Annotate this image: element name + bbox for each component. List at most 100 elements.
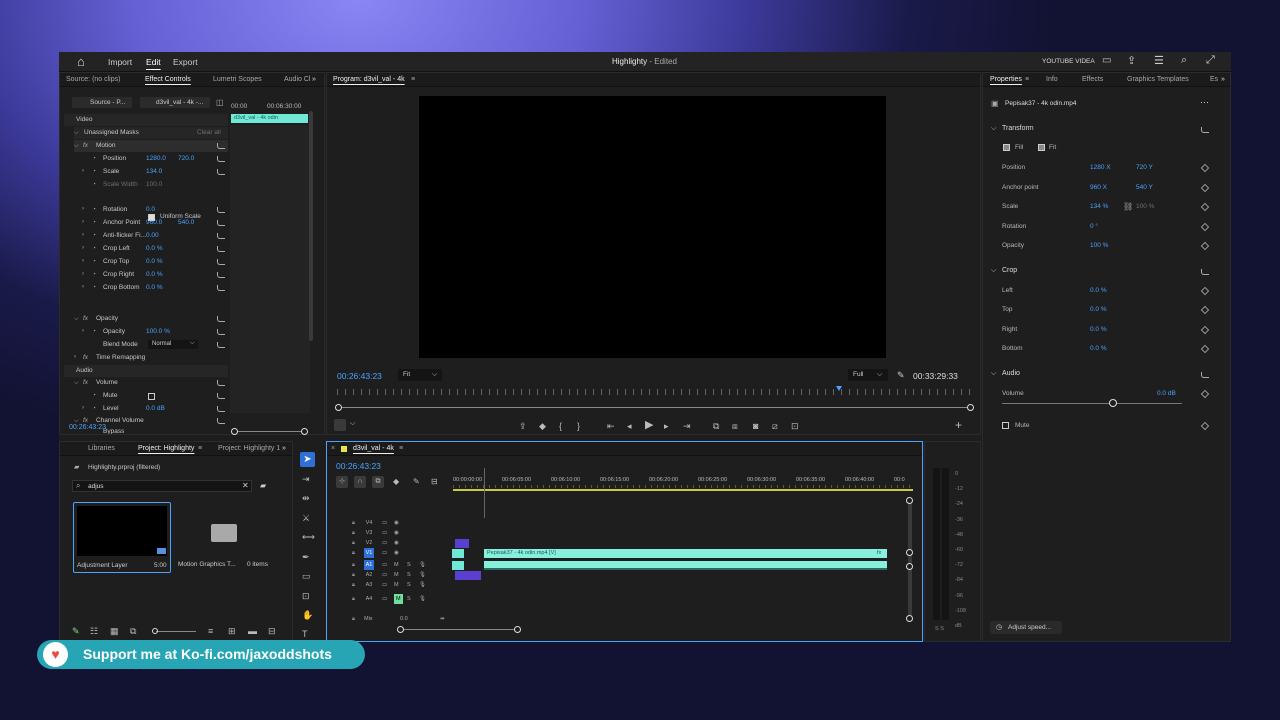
- vscroll-handle-bottom[interactable]: [906, 615, 913, 622]
- reset-icon[interactable]: [217, 220, 225, 226]
- tab-menu-icon[interactable]: ≡: [1025, 76, 1029, 83]
- mute-button[interactable]: M: [394, 594, 403, 604]
- automate-icon[interactable]: ⊞: [228, 626, 236, 636]
- property-value[interactable]: 0.0 %: [146, 243, 163, 255]
- volume-slider-track[interactable]: [1002, 403, 1182, 404]
- workspace-label[interactable]: YOUTUBE VIDEA: [1042, 58, 1095, 65]
- track-label[interactable]: A3: [364, 580, 374, 590]
- playhead-marker[interactable]: [836, 386, 842, 391]
- volume-value[interactable]: 0.0 dB: [1157, 390, 1176, 397]
- v1-small-clip[interactable]: [452, 549, 464, 558]
- chevron-right-icon[interactable]: ›: [82, 284, 84, 290]
- project-search-value[interactable]: adjus: [88, 483, 104, 490]
- chevron-down-icon[interactable]: ⌵: [432, 371, 437, 379]
- chevron-down-icon[interactable]: ⌵: [74, 316, 79, 323]
- keyframe-icon[interactable]: [1200, 389, 1210, 399]
- hand-icon[interactable]: ✋: [302, 610, 313, 620]
- chevron-down-icon[interactable]: ⌵: [74, 380, 79, 387]
- reset-icon[interactable]: [217, 169, 225, 175]
- property-value[interactable]: 0.00: [146, 230, 159, 242]
- thumbnail-size-slider[interactable]: [156, 631, 196, 632]
- property-value[interactable]: 0.0 %: [146, 256, 163, 268]
- panel-overflow-icon[interactable]: »: [1221, 76, 1225, 83]
- ec-zoom-bar[interactable]: [234, 431, 306, 432]
- track-label[interactable]: A1: [364, 560, 374, 570]
- play-icon[interactable]: ▶: [645, 420, 653, 431]
- chevron-right-icon[interactable]: ›: [74, 354, 76, 360]
- mic-icon[interactable]: 🎙︎: [419, 560, 426, 570]
- mic-icon[interactable]: 🎙︎: [419, 580, 426, 590]
- crop-value[interactable]: 0.0 %: [1090, 345, 1107, 352]
- transform-value-1[interactable]: 134 %: [1090, 203, 1108, 210]
- freeform-view-icon[interactable]: ⧉: [130, 626, 136, 636]
- timeline-timecode[interactable]: 00:26:43:23: [336, 461, 381, 471]
- keyframe-icon[interactable]: [1200, 202, 1210, 212]
- chevron-right-icon[interactable]: ›: [82, 206, 84, 212]
- ec-timecode[interactable]: 00:26:43:23: [69, 424, 106, 431]
- vscroll-handle-mid[interactable]: [906, 549, 913, 556]
- source-button[interactable]: Source - P...: [72, 97, 132, 108]
- new-item-icon[interactable]: ⊟: [268, 626, 276, 636]
- lock-icon[interactable]: 🔒︎: [352, 518, 355, 528]
- type-icon[interactable]: T: [302, 629, 308, 639]
- track-label[interactable]: V1: [364, 548, 374, 558]
- crop-value[interactable]: 0.0 %: [1090, 306, 1107, 313]
- property-value[interactable]: 0.0 %: [146, 282, 163, 294]
- chevron-down-icon[interactable]: ⌵: [991, 125, 996, 133]
- mark-in-icon[interactable]: {: [559, 421, 562, 431]
- workspace-menu-icon[interactable]: ▭: [1102, 55, 1111, 66]
- chevron-right-icon[interactable]: ›: [82, 245, 84, 251]
- v2-clip[interactable]: [455, 539, 469, 548]
- timeline-scroll-left[interactable]: [397, 626, 404, 633]
- stopwatch-icon[interactable]: ◔: [92, 282, 96, 294]
- timeline-vscroll[interactable]: [908, 499, 912, 617]
- reset-icon[interactable]: [1201, 127, 1209, 133]
- sync-lock-icon[interactable]: ▭: [382, 538, 387, 548]
- keyframe-icon[interactable]: [1200, 421, 1210, 431]
- chevron-down-icon[interactable]: ⌵: [877, 371, 882, 379]
- transform-header[interactable]: Transform: [1002, 125, 1034, 132]
- mark-out-icon[interactable]: }: [577, 421, 580, 431]
- solo-button[interactable]: S: [407, 560, 411, 570]
- motion-graphics-item[interactable]: Motion Graphics T... 0 items: [178, 502, 278, 573]
- stopwatch-icon[interactable]: ◔: [92, 390, 96, 402]
- rectangle-icon[interactable]: ▭: [302, 571, 311, 581]
- property-value[interactable]: 100.0: [146, 179, 162, 191]
- camera-icon[interactable]: ◙: [753, 421, 758, 431]
- property-value-2[interactable]: 720.0: [178, 153, 194, 165]
- program-ruler[interactable]: [337, 389, 970, 395]
- time-remapping-header[interactable]: Time Remapping: [96, 352, 145, 364]
- solo-buttons[interactable]: S S: [935, 626, 944, 632]
- tab-effect-controls[interactable]: Effect Controls: [145, 76, 191, 83]
- chevron-right-icon[interactable]: ›: [82, 219, 84, 225]
- reset-icon[interactable]: [1201, 372, 1209, 378]
- stopwatch-icon[interactable]: ◔: [92, 204, 96, 216]
- track-select-icon[interactable]: ⇥: [302, 474, 310, 484]
- close-icon[interactable]: ×: [331, 445, 335, 452]
- transform-value-1[interactable]: 960 X: [1090, 184, 1107, 191]
- lock-icon[interactable]: 🔒︎: [352, 614, 355, 624]
- property-value[interactable]: 0.0 %: [146, 269, 163, 281]
- search-icon[interactable]: ⌕: [1181, 54, 1187, 67]
- chevron-down-icon[interactable]: ⌵: [350, 420, 355, 428]
- a2-clip[interactable]: [455, 571, 481, 580]
- stopwatch-icon[interactable]: ◔: [92, 153, 96, 165]
- add-marker-icon[interactable]: ◆: [393, 477, 399, 487]
- solo-button[interactable]: S: [407, 594, 411, 604]
- sync-lock-icon[interactable]: ▭: [382, 580, 387, 590]
- eye-icon[interactable]: ◉: [394, 518, 399, 528]
- ec-clip-bar[interactable]: d3vil_val - 4k odin: [231, 114, 308, 123]
- clear-all-button[interactable]: Clear all: [197, 127, 221, 139]
- menu-icon[interactable]: ☰: [1154, 54, 1164, 67]
- reset-icon[interactable]: [217, 156, 225, 162]
- eye-icon[interactable]: ◉: [394, 548, 399, 558]
- track-label[interactable]: V4: [364, 518, 374, 528]
- adjustment-layer-item[interactable]: Adjustment Layer 5:00: [73, 502, 171, 573]
- chevron-down-icon[interactable]: ⌵: [74, 143, 79, 150]
- mic-icon[interactable]: 🎙︎: [419, 594, 426, 604]
- level-value[interactable]: 0.0 dB: [146, 403, 165, 415]
- chevron-right-icon[interactable]: ›: [82, 405, 84, 411]
- stopwatch-icon[interactable]: ◔: [92, 326, 96, 338]
- reset-icon[interactable]: [217, 342, 225, 348]
- sort-icon[interactable]: ≡: [208, 626, 213, 636]
